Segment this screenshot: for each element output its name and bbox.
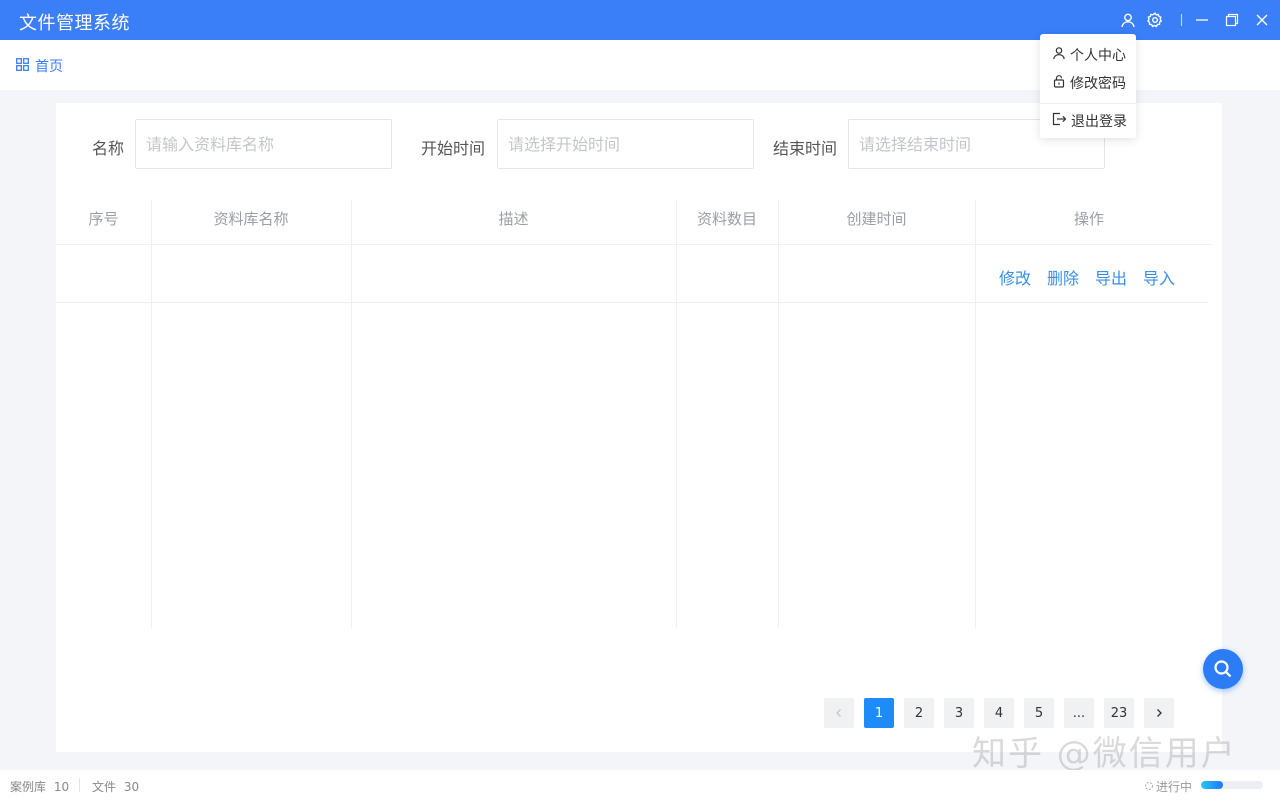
page-button[interactable]: 3 (944, 698, 974, 728)
gear-icon[interactable] (1146, 11, 1164, 29)
column-divider (151, 200, 152, 628)
column-divider (778, 200, 779, 628)
library-count: 10 (53, 780, 70, 794)
grid-icon (16, 57, 29, 75)
library-label: 案例库 (10, 780, 47, 794)
user-icon[interactable] (1119, 11, 1137, 29)
edit-link[interactable]: 修改 (999, 265, 1031, 289)
prev-page-button[interactable] (824, 698, 854, 728)
status-divider (79, 778, 80, 792)
menu-divider (1040, 103, 1136, 104)
column-header-count: 资料数目 (696, 210, 757, 228)
page-button[interactable]: 2 (904, 698, 934, 728)
page-button[interactable]: 4 (984, 698, 1014, 728)
library-stat: 案例库 10 (10, 778, 69, 795)
user-icon (1052, 46, 1066, 64)
delete-link[interactable]: 删除 (1047, 265, 1079, 289)
lock-icon (1052, 74, 1066, 92)
page-button[interactable]: 23 (1104, 698, 1134, 728)
status-bar: 案例库 10 文件 30 进行中 (0, 770, 1280, 800)
progress-status: 进行中 (1144, 778, 1192, 795)
column-header-created: 创建时间 (846, 210, 907, 228)
menu-item-profile[interactable]: 个人中心 (1052, 45, 1126, 65)
files-label: 文件 (92, 780, 117, 794)
spinner-icon (1144, 780, 1154, 794)
watermark: 知乎 @微信用户 (972, 734, 1237, 774)
start-time-picker[interactable] (497, 119, 754, 169)
titlebar-divider (1181, 14, 1182, 26)
import-link[interactable]: 导入 (1143, 265, 1175, 289)
menu-item-label: 个人中心 (1070, 48, 1126, 64)
files-stat: 文件 30 (92, 778, 139, 795)
maximize-icon[interactable] (1223, 11, 1241, 29)
page-button[interactable]: 1 (864, 698, 894, 728)
column-divider (351, 200, 352, 628)
search-icon (1214, 660, 1232, 678)
files-count: 30 (123, 780, 140, 794)
end-time-label: 结束时间 (773, 139, 838, 158)
user-dropdown-menu: 个人中心 修改密码 退出登录 (1040, 34, 1136, 138)
column-header-index: 序号 (88, 210, 119, 228)
page-ellipsis[interactable]: ... (1064, 698, 1094, 728)
column-header-actions: 操作 (1073, 210, 1104, 228)
app-title: 文件管理系统 (19, 13, 130, 34)
menu-item-label: 修改密码 (1070, 76, 1126, 92)
chevron-right-icon (1157, 709, 1162, 717)
floating-search-button[interactable] (1203, 649, 1243, 689)
export-link[interactable]: 导出 (1095, 265, 1127, 289)
minimize-icon[interactable] (1193, 11, 1211, 29)
header-divider (56, 244, 1212, 245)
progress-bar (1201, 781, 1263, 789)
progress-fill (1201, 781, 1223, 789)
page-button[interactable]: 5 (1024, 698, 1054, 728)
next-page-button[interactable] (1144, 698, 1174, 728)
column-header-name: 资料库名称 (213, 210, 289, 228)
name-filter-label: 名称 (92, 139, 125, 158)
progress-label: 进行中 (1156, 780, 1193, 794)
name-search-input[interactable] (135, 119, 392, 169)
menu-item-label: 退出登录 (1071, 114, 1127, 130)
home-label: 首页 (35, 59, 63, 75)
logout-icon (1052, 112, 1067, 130)
close-icon[interactable] (1253, 11, 1271, 29)
home-link[interactable]: 首页 (16, 56, 63, 76)
chevron-left-icon (836, 709, 841, 717)
row-divider (56, 302, 1208, 303)
menu-item-logout[interactable]: 退出登录 (1052, 111, 1127, 131)
column-divider (676, 200, 677, 628)
column-divider (975, 200, 976, 628)
start-time-label: 开始时间 (421, 139, 486, 158)
menu-item-change-password[interactable]: 修改密码 (1052, 73, 1126, 93)
column-header-description: 描述 (498, 210, 529, 228)
